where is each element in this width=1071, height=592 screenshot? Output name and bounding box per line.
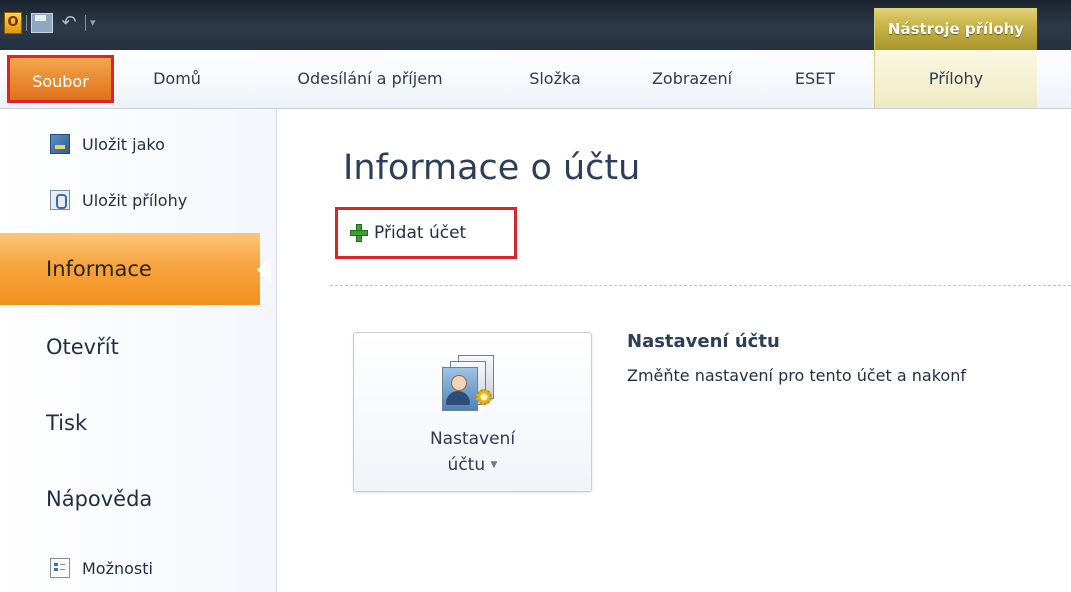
account-settings-heading: Nastavení účtu — [627, 331, 780, 352]
chevron-down-icon: ▼ — [490, 460, 498, 470]
page-title: Informace o účtu — [343, 148, 641, 188]
save-icon[interactable] — [31, 13, 53, 33]
plus-icon — [350, 224, 368, 242]
active-nav-indicator — [257, 256, 271, 284]
options-command[interactable]: Možnosti — [50, 553, 153, 583]
tab-send-receive[interactable]: Odesílání a příjem — [265, 50, 475, 108]
outlook-logo-icon[interactable]: O — [4, 12, 22, 34]
save-as-label: Uložit jako — [82, 134, 165, 154]
customize-toolbar-icon[interactable]: ▾ — [90, 13, 96, 33]
save-as-command[interactable]: Uložit jako — [50, 129, 165, 159]
account-settings-label-line2: účtu ▼ — [447, 455, 498, 475]
tab-file[interactable]: Soubor — [7, 55, 114, 103]
context-group-title: Nástroje přílohy — [874, 8, 1037, 50]
nav-item-help[interactable]: Nápověda — [0, 463, 276, 535]
save-attachments-label: Uložit přílohy — [82, 190, 188, 210]
gear-icon — [476, 389, 492, 405]
quick-access-toolbar: O ↶ ▾ — [4, 10, 96, 36]
account-settings-label-line1: Nastavení — [429, 429, 516, 449]
title-bar: O ↶ ▾ Nástroje přílohy — [0, 0, 1071, 50]
save-attachments-command[interactable]: Uložit přílohy — [50, 185, 187, 215]
save-as-icon — [50, 134, 70, 154]
nav-item-print[interactable]: Tisk — [0, 387, 276, 459]
tab-eset[interactable]: ESET — [770, 50, 860, 108]
tab-home[interactable]: Domů — [137, 50, 217, 108]
account-settings-button-label: Nastavení účtu ▼ — [354, 426, 591, 478]
account-settings-description: Změňte nastavení pro tento účet a nakonf — [627, 366, 966, 385]
nav-item-open[interactable]: Otevřít — [0, 311, 276, 383]
toolbar-separator — [85, 15, 86, 31]
backstage-nav: Uložit jako Uložit přílohy Informace Ote… — [0, 109, 277, 592]
account-settings-icon — [440, 353, 500, 415]
tab-folder[interactable]: Složka — [505, 50, 605, 108]
undo-icon[interactable]: ↶ — [57, 13, 81, 33]
add-account-label: Přidat účet — [374, 223, 467, 243]
context-group-label: Nástroje přílohy — [887, 20, 1025, 38]
toolbar-separator — [26, 15, 27, 31]
account-settings-button[interactable]: Nastavení účtu ▼ — [353, 332, 592, 492]
tab-view[interactable]: Zobrazení — [622, 50, 762, 108]
add-account-button[interactable]: Přidat účet — [335, 207, 517, 259]
tab-attachments[interactable]: Přílohy — [874, 50, 1037, 108]
options-label: Možnosti — [82, 558, 153, 578]
ribbon-tab-row: Soubor Domů Odesílání a příjem Složka Zo… — [0, 50, 1071, 109]
attachment-icon — [50, 190, 70, 210]
section-divider — [330, 285, 1071, 286]
nav-item-info[interactable]: Informace — [0, 233, 260, 305]
options-icon — [50, 558, 70, 578]
